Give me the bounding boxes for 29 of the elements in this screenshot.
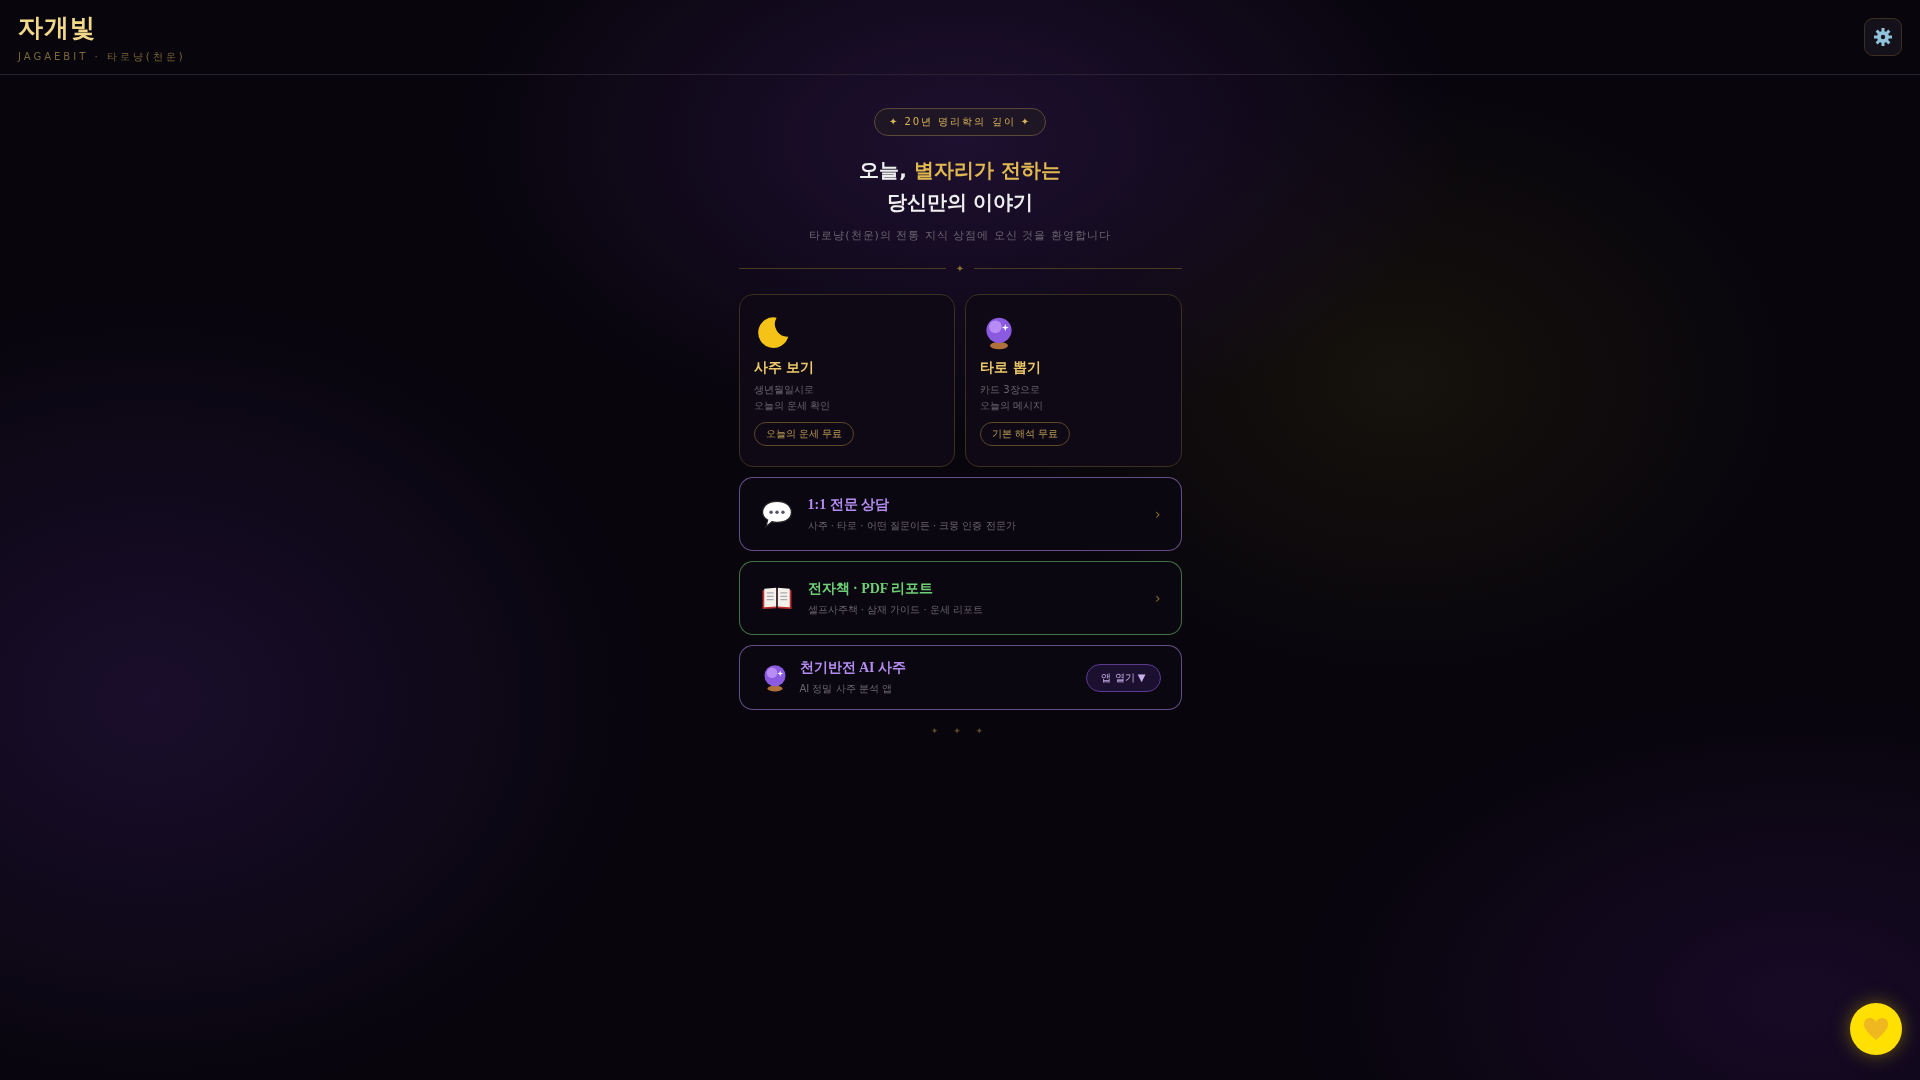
service-row[interactable]: 천기반전 AI 사주 AI 정밀 사주 분석 앱 앱 열기 ▼ <box>738 645 1182 710</box>
service-row[interactable]: 1:1 전문 상담 사주 · 타로 · 어떤 질문이든 · 크몽 인증 전문가 › <box>738 477 1182 551</box>
chevron-icon: › <box>1154 590 1161 606</box>
divider-mark: ✦ <box>955 263 965 274</box>
card-title: 타로 뽑기 <box>980 359 1041 377</box>
service-row[interactable]: 전자책 · PDF 리포트 셀프사주책 · 삼재 가이드 · 운세 리포트 › <box>738 561 1182 635</box>
open-app-button[interactable]: 앱 열기 ▼ <box>1086 663 1161 692</box>
service-card[interactable]: 타로 뽑기 카드 3장으로 오늘의 메시지 기본 해석 무료 <box>965 294 1182 467</box>
settings-button[interactable] <box>1864 18 1902 56</box>
row-title: 천기반전 AI 사주 <box>799 659 908 677</box>
logo: 자개빛 <box>18 11 97 44</box>
card-description: 카드 3장으로 오늘의 메시지 <box>980 383 1044 413</box>
row-subtitle: AI 정밀 사주 분석 앱 <box>799 682 893 696</box>
card-title: 사주 보기 <box>753 359 815 377</box>
service-card[interactable]: 사주 보기 생년월일시로 오늘의 운세 확인 오늘의 운세 무료 <box>738 294 955 467</box>
settings-icon <box>1873 27 1893 47</box>
headline: 오늘, 별자리가 전하는 당신만의 이야기 <box>859 157 1061 216</box>
decorative-stars: ✦ ✦ ✦ <box>930 726 990 736</box>
heart-button[interactable] <box>1850 1003 1902 1055</box>
brand-subtitle: JAGAEBIT · 타로냥(천운) <box>18 49 186 64</box>
row-subtitle: 셀프사주책 · 삼재 가이드 · 운세 리포트 <box>807 602 984 617</box>
chevron-icon: › <box>1154 506 1161 522</box>
welcome-text: 타로냥(천운)의 전통 지식 상점에 오신 것을 환영합니다 <box>809 228 1111 243</box>
card-description: 생년월일시로 오늘의 운세 확인 <box>753 383 830 413</box>
heart-icon <box>1863 1017 1889 1041</box>
row-subtitle: 사주 · 타로 · 어떤 질문이든 · 크몽 인증 전문가 <box>807 518 1017 533</box>
row-title: 1:1 전문 상담 <box>807 495 891 514</box>
row-title: 전자책 · PDF 리포트 <box>807 579 935 598</box>
badge: ✦ 20년 명리학의 깊이 ✦ <box>873 108 1047 136</box>
